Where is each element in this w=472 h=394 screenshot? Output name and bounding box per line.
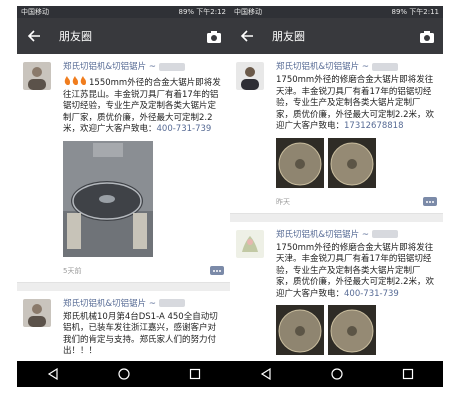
nav-back-icon[interactable] <box>46 367 60 381</box>
phone-link[interactable]: 400-731-739 <box>344 289 399 299</box>
post-photo-blade-1[interactable] <box>276 137 324 192</box>
post-photo-blade-2[interactable] <box>328 137 376 192</box>
comment-icon[interactable] <box>210 266 224 275</box>
blurred-name <box>371 230 398 238</box>
back-arrow-icon[interactable] <box>23 25 45 47</box>
android-nav-bar <box>17 361 230 387</box>
moments-feed[interactable]: 郑氏切铝机&切铝锯片 ~ 1750mm外径的修磨合金大锯片即将发往天津。丰金锐刀… <box>230 54 443 361</box>
nav-home-icon[interactable] <box>330 367 344 381</box>
page-title: 朋友圈 <box>59 30 92 43</box>
app-bar: 朋友圈 <box>230 18 443 54</box>
back-arrow-icon[interactable] <box>236 25 258 47</box>
nav-back-icon[interactable] <box>259 367 273 381</box>
post-author[interactable]: 郑氏切铝机&切铝锯片 ~ <box>276 230 369 240</box>
nav-recents-icon[interactable] <box>188 367 202 381</box>
camera-icon[interactable] <box>419 29 435 43</box>
carrier-label: 中国移动 <box>21 8 49 16</box>
moment-post: 郑氏切铝机&切铝锯片 ~ 1750mm外径的修磨合金大锯片即将发往天津。丰金锐刀… <box>230 54 443 214</box>
blurred-name <box>158 62 185 71</box>
blurred-name <box>158 299 185 307</box>
phone-link[interactable]: 400-731-739 <box>157 124 212 134</box>
avatar[interactable] <box>23 62 51 90</box>
phone-link[interactable]: 17312678818 <box>344 121 404 131</box>
blurred-name <box>371 62 398 71</box>
moments-feed[interactable]: 郑氏切铝机&切铝锯片 ~ 1550mm外径的合金大锯片即将发往江苏昆山。丰金锐刀… <box>17 54 230 361</box>
camera-icon[interactable] <box>206 29 222 43</box>
status-right: 89% 下午2:11 <box>391 8 439 16</box>
status-right: 89% 下午2:12 <box>178 8 226 16</box>
post-photo-blade-3[interactable] <box>276 305 324 359</box>
post-author[interactable]: 郑氏切铝机&切铝锯片 ~ <box>63 62 156 72</box>
comment-icon[interactable] <box>423 197 437 206</box>
avatar[interactable] <box>236 229 264 258</box>
phone-screenshot-left: 中国移动 89% 下午2:12 朋友圈 郑氏切铝机&切铝锯片 ~ 1550mm外… <box>17 6 230 387</box>
moment-post: 郑氏切铝机&切铝锯片 ~ 1750mm外径的修磨合金大锯片即将发往天津。丰金锐刀… <box>230 221 443 361</box>
post-text: 1750mm外径的修磨合金大锯片即将发往天津。丰金锐刀具厂有着17年的铝锯切经验… <box>276 242 435 299</box>
phone-screenshot-right: 中国移动 89% 下午2:11 朋友圈 郑氏切铝机&切铝锯片 ~ 1750mm外… <box>230 6 443 387</box>
app-bar: 朋友圈 <box>17 18 230 54</box>
post-photo-blade-4[interactable] <box>328 305 376 359</box>
post-author[interactable]: 郑氏切铝机&切铝锯片 ~ <box>276 62 369 72</box>
carrier-label: 中国移动 <box>234 8 262 16</box>
post-time: 5天前 <box>63 266 82 275</box>
avatar[interactable] <box>236 62 264 90</box>
post-text: 郑氏机械10月第4台DS1-A 450全自动切铝机，已装车发往浙江嘉兴，感谢客户… <box>63 311 218 357</box>
fire-emoji-icon <box>63 75 89 90</box>
status-bar: 中国移动 89% 下午2:11 <box>230 6 443 18</box>
android-nav-bar <box>230 361 443 387</box>
nav-recents-icon[interactable] <box>401 367 415 381</box>
nav-home-icon[interactable] <box>117 367 131 381</box>
avatar[interactable] <box>23 298 51 327</box>
moment-post: 郑氏切铝机&切铝锯片 ~ 1550mm外径的合金大锯片即将发往江苏昆山。丰金锐刀… <box>17 54 230 283</box>
post-author[interactable]: 郑氏切铝机&切铝锯片 ~ <box>63 299 156 309</box>
post-text: 1750mm外径的修磨合金大锯片即将发往天津。丰金锐刀具厂有着17年的铝锯切经验… <box>276 75 435 131</box>
post-photo-saw-blade[interactable] <box>63 140 153 261</box>
post-text: 1550mm外径的合金大锯片即将发往江苏昆山。丰金锐刀具厂有着17年的铝锯切经验… <box>63 75 224 136</box>
moment-post: 郑氏切铝机&切铝锯片 ~ 郑氏机械10月第4台DS1-A 450全自动切铝机，已… <box>17 290 230 361</box>
status-bar: 中国移动 89% 下午2:12 <box>17 6 230 18</box>
post-time: 昨天 <box>276 197 290 206</box>
page-title: 朋友圈 <box>272 30 305 43</box>
